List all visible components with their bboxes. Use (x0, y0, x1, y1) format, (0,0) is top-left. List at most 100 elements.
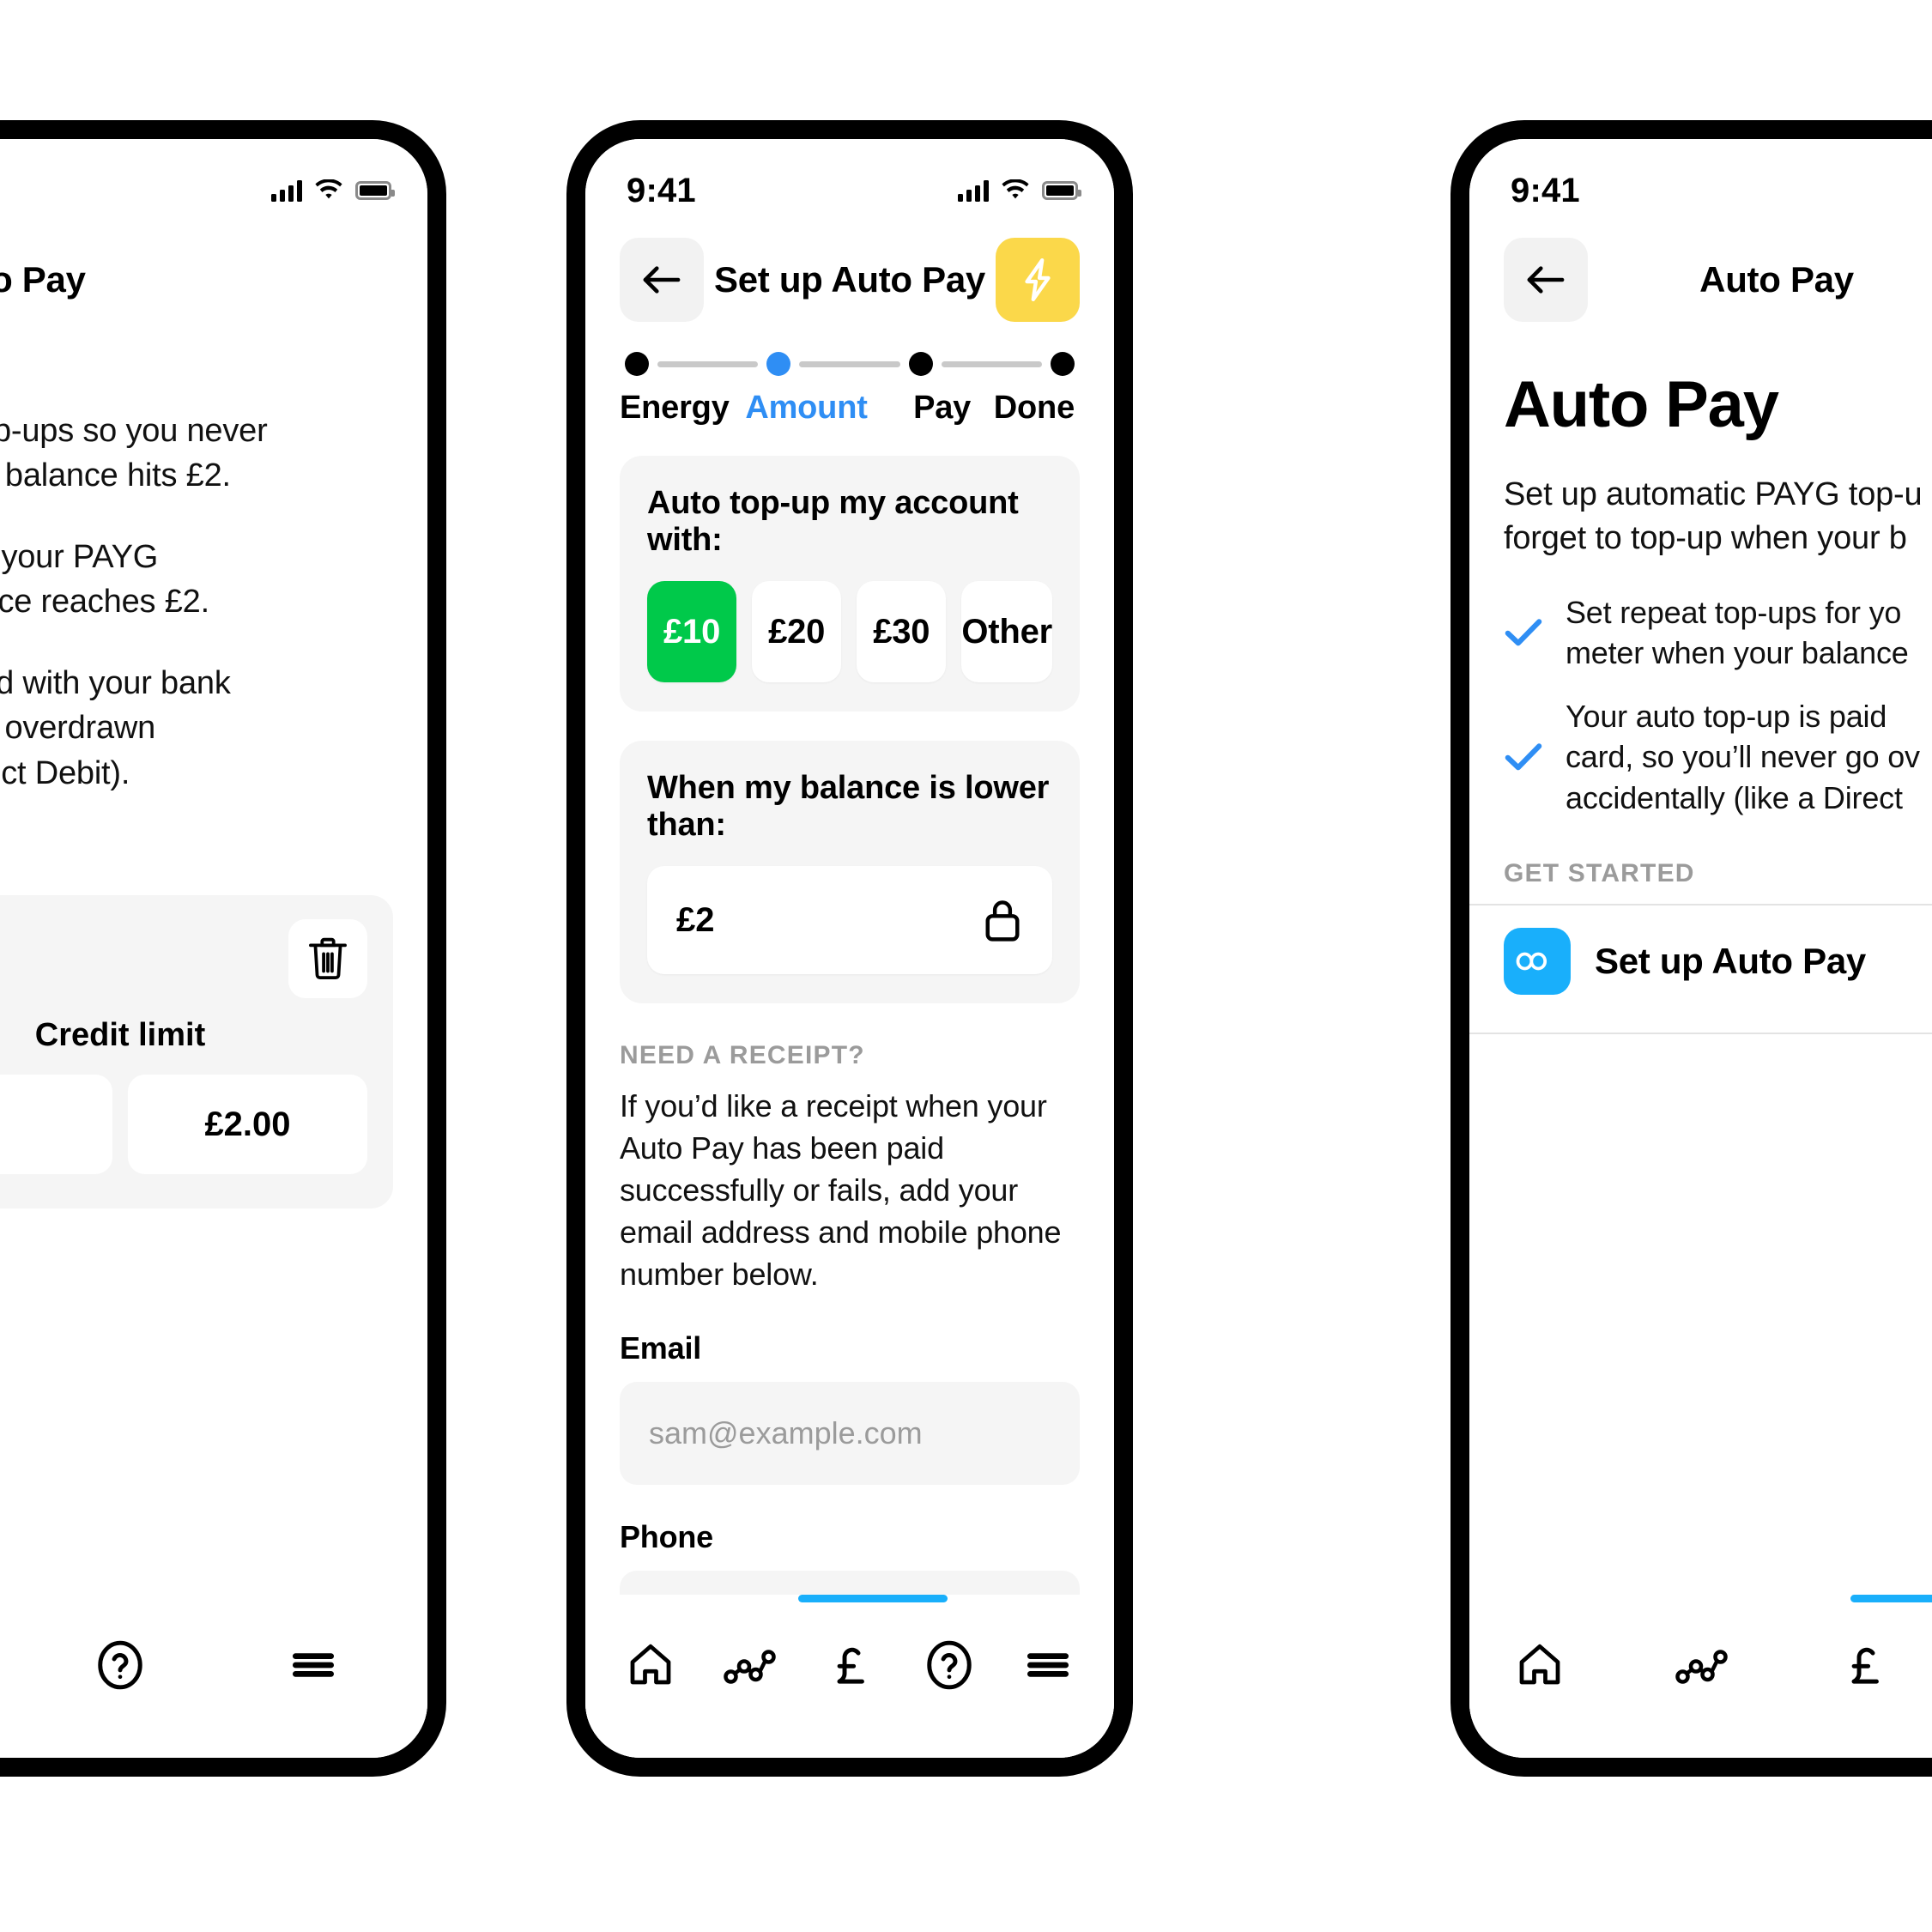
battery-icon (1042, 181, 1081, 200)
left-body-line-0: c PAYG top-ups so you never (0, 413, 268, 449)
tab-menu[interactable] (1021, 1638, 1075, 1692)
cellular-bars-icon (958, 179, 989, 202)
benefit-item-2: Your auto top-up is paid card, so you’ll… (1504, 696, 1932, 819)
home-icon (1519, 1644, 1560, 1685)
right-tab-icons (1469, 1595, 1932, 1758)
left-tab-bar (0, 1595, 427, 1758)
right-hero-body: Set up automatic PAYG top-u forget to to… (1469, 442, 1932, 561)
benefit-text-1: Set repeat top-ups for yo meter when you… (1566, 592, 1909, 674)
step-dot-energy[interactable] (625, 352, 649, 376)
left-credit-limit-card: Credit limit £2.00 (0, 895, 393, 1209)
left-navbar: Auto Pay (0, 211, 427, 323)
stepper-track (625, 352, 1075, 376)
battery-icon (355, 181, 395, 200)
step-dot-amount[interactable] (766, 352, 791, 376)
mid-status-icons (958, 179, 1081, 202)
mid-status-bar: 9:41 (585, 139, 1114, 211)
home-icon (631, 1644, 671, 1685)
left-bullets: op-ups for your PAYG your balance reache… (0, 535, 427, 625)
phone-left: Auto Pay c PAYG top-ups so you never whe… (0, 120, 446, 1777)
benefit-2-line-1: card, so you’ll never go ov (1566, 739, 1920, 775)
check-icon (1505, 619, 1542, 646)
auto-topup-card-title: Auto top-up my account with: (647, 485, 1019, 558)
tab-usage[interactable] (722, 1639, 778, 1691)
benefit-item-1: Set repeat top-ups for yo meter when you… (1504, 592, 1932, 674)
tab-payments[interactable] (1838, 1638, 1892, 1692)
step-label-amount: Amount (745, 390, 868, 426)
balance-threshold-field[interactable]: £2 (647, 866, 1052, 974)
lightning-bolt-icon (1025, 257, 1051, 302)
right-tab-active-indicator (1850, 1595, 1932, 1602)
left-credit-limit-fields: £2.00 (0, 1075, 367, 1175)
back-arrow-icon (643, 266, 681, 294)
right-status-bar: 9:41 (1469, 139, 1932, 211)
receipt-section: NEED A RECEIPT? If you’d like a receipt … (585, 1003, 1114, 1674)
sidebar-item-menu[interactable] (287, 1638, 340, 1692)
back-button[interactable] (1504, 238, 1588, 322)
left-status-icons (271, 179, 395, 202)
benefit-2-line-2: accidentally (like a Direct (1566, 779, 1903, 815)
help-circle-icon (927, 1640, 972, 1690)
mid-status-time: 9:41 (627, 171, 696, 209)
right-benefits-list: Set repeat top-ups for yo meter when you… (1469, 561, 1932, 819)
left-page-title: Auto Pay (0, 259, 86, 300)
left-status-bar (0, 139, 427, 211)
right-page-title: Auto Pay (1699, 259, 1854, 300)
tab-help[interactable] (923, 1638, 976, 1692)
left-body-text: c PAYG top-ups so you never when your ba… (0, 409, 427, 499)
left-bullet-line-3: ll never go overdrawn (0, 710, 156, 747)
check-icon (1505, 743, 1542, 771)
left-bullet-line-2: o-up is paid with your bank (0, 664, 231, 701)
phone-label: Phone (620, 1518, 714, 1554)
auto-topup-amount-card: Auto top-up my account with: £10 £20 £30… (620, 456, 1080, 712)
balance-threshold-value: £2 (676, 900, 715, 939)
amount-options-row: £10 £20 £30 Other (647, 581, 1052, 682)
back-button[interactable] (620, 238, 704, 322)
right-hero-line-1: forget to top-up when your b (1504, 520, 1907, 557)
amount-option-10[interactable]: £10 (647, 581, 737, 682)
step-dot-pay[interactable] (908, 352, 933, 376)
step-line-2 (799, 360, 900, 367)
left-bullet-line-1: your balance reaches £2. (0, 584, 209, 621)
wifi-icon (315, 179, 342, 199)
right-status-time: 9:41 (1511, 171, 1580, 209)
hamburger-menu-icon (1027, 1653, 1069, 1677)
receipt-eyebrow: NEED A RECEIPT? (620, 1041, 865, 1069)
left-tab-icons (0, 1595, 427, 1758)
left-credit-limit-label: Credit limit (34, 1017, 206, 1054)
list-item-setup-auto-pay[interactable]: Set up Auto Pay (1469, 905, 1932, 1017)
step-line-3 (941, 360, 1042, 367)
step-label-pay: Pay (913, 390, 972, 426)
hamburger-menu-icon (293, 1653, 335, 1677)
list-item-label: Set up Auto Pay (1595, 941, 1866, 982)
benefit-1-line-1: meter when your balance (1566, 635, 1909, 671)
email-field[interactable]: sam@example.com (620, 1381, 1080, 1485)
cellular-bars-icon (271, 179, 302, 202)
tab-home[interactable] (1514, 1639, 1566, 1691)
right-tab-bar (1469, 1595, 1932, 1758)
step-label-energy: Energy (620, 390, 730, 426)
tab-home[interactable] (625, 1639, 676, 1691)
pound-icon (1851, 1647, 1879, 1684)
mid-page-title: Set up Auto Pay (714, 259, 985, 300)
trash-icon (309, 937, 347, 980)
receipt-description: If you’d like a receipt when your Auto P… (620, 1088, 1062, 1292)
mid-tab-active-indicator (798, 1595, 948, 1602)
left-field-blank[interactable] (0, 1075, 112, 1175)
benefit-1-line-0: Set repeat top-ups for yo (1566, 594, 1902, 630)
amount-option-30[interactable]: £30 (857, 581, 947, 682)
left-screen: Auto Pay c PAYG top-ups so you never whe… (0, 139, 427, 1758)
amount-option-20[interactable]: £20 (752, 581, 842, 682)
tab-payments[interactable] (824, 1638, 877, 1692)
left-bullet-line-0: op-ups for your PAYG (0, 538, 159, 575)
step-dot-done[interactable] (1050, 352, 1075, 376)
right-screen: 9:41 Auto Pay Auto Pay Set up automatic … (1469, 139, 1932, 1758)
amount-option-other[interactable]: Other (961, 581, 1052, 682)
delete-button[interactable] (288, 919, 367, 999)
tab-usage[interactable] (1674, 1639, 1730, 1691)
sidebar-item-help[interactable] (94, 1638, 147, 1692)
left-credit-limit-value[interactable]: £2.00 (128, 1075, 367, 1175)
left-bullet-line-4: (like a Direct Debit). (0, 754, 130, 791)
energy-boost-button[interactable] (996, 238, 1080, 322)
left-body-line-1: when your balance hits £2. (0, 457, 231, 494)
